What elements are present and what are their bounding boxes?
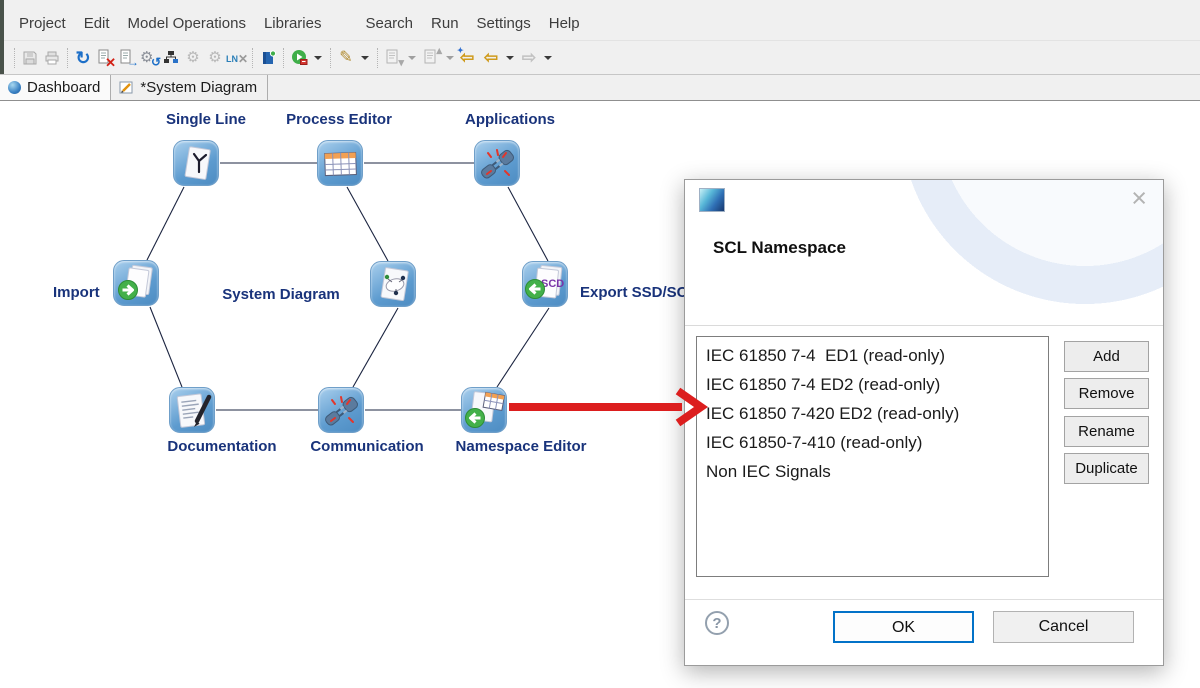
- node-label-documentation: Documentation: [167, 438, 276, 455]
- back-annotate-icon[interactable]: ⇦✦: [458, 46, 480, 70]
- namespace-table-icon: [462, 388, 508, 434]
- toolbar-separator: [330, 48, 331, 68]
- toolbar-separator: [67, 48, 68, 68]
- list-item[interactable]: IEC 61850 7-420 ED2 (read-only): [697, 399, 1048, 428]
- dashboard-node-communication[interactable]: [318, 387, 364, 433]
- dashboard-node-namespace-editor[interactable]: [461, 387, 507, 433]
- import-dropdown-icon[interactable]: [446, 56, 454, 60]
- forward-icon[interactable]: ⇨: [518, 46, 540, 70]
- back-icon[interactable]: ⇦: [480, 46, 502, 70]
- network-doc-icon: [371, 262, 417, 308]
- menu-libraries[interactable]: Libraries: [255, 13, 331, 34]
- node-label-communication: Communication: [310, 438, 423, 455]
- help-icon[interactable]: ?: [705, 611, 729, 635]
- pen-dropdown-icon[interactable]: [361, 56, 369, 60]
- diagram-editor-icon: [119, 80, 134, 95]
- menu-edit[interactable]: Edit: [75, 13, 119, 34]
- tool-disabled-icon[interactable]: ⚙: [182, 46, 204, 70]
- application-window: Project Edit Model Operations Libraries …: [0, 0, 1200, 688]
- duplicate-button[interactable]: Duplicate: [1064, 453, 1149, 484]
- dashboard-node-process-editor[interactable]: [317, 140, 363, 186]
- marker-pen-icon[interactable]: ✎: [335, 46, 357, 70]
- single-line-icon: [174, 141, 220, 187]
- namespace-list[interactable]: IEC 61850 7-4 ED1 (read-only) IEC 61850 …: [696, 336, 1049, 577]
- plug-icon: [475, 141, 521, 187]
- tab-label: *System Diagram: [140, 79, 257, 96]
- toolbar-separator: [377, 48, 378, 68]
- dashboard-node-import[interactable]: [113, 260, 159, 306]
- list-item[interactable]: Non IEC Signals: [697, 457, 1048, 486]
- back-dropdown-icon[interactable]: [506, 56, 514, 60]
- cancel-button[interactable]: Cancel: [993, 611, 1134, 643]
- toolbar: ↻ ✕ → ⚙↺ ⚙ ⚙ LN✕ ✎ ▾: [4, 40, 1200, 74]
- tab-bar: Dashboard *System Diagram: [0, 74, 1200, 101]
- library-book-icon[interactable]: [257, 46, 279, 70]
- dialog-header: × SCL Namespace: [685, 180, 1163, 326]
- hierarchy-update-icon[interactable]: [160, 46, 182, 70]
- ok-button[interactable]: OK: [833, 611, 974, 643]
- plug-icon: [319, 388, 365, 434]
- process-table-icon: [318, 141, 364, 187]
- list-item[interactable]: IEC 61850-7-410 (read-only): [697, 428, 1048, 457]
- export-scd-icon: SCD: [523, 262, 569, 308]
- close-icon[interactable]: ×: [1131, 182, 1147, 214]
- tool-disabled-icon-2[interactable]: ⚙: [204, 46, 226, 70]
- toolbar-separator: [252, 48, 253, 68]
- run-dropdown-icon[interactable]: [314, 56, 322, 60]
- menu-search[interactable]: Search: [356, 13, 422, 34]
- dashboard-node-documentation[interactable]: [169, 387, 215, 433]
- tab-dashboard[interactable]: Dashboard: [0, 75, 111, 100]
- node-label-applications: Applications: [465, 111, 555, 128]
- menu-project[interactable]: Project: [10, 13, 75, 34]
- document-pen-icon: [170, 388, 216, 434]
- export-dropdown-icon[interactable]: [408, 56, 416, 60]
- delete-item-icon[interactable]: ✕: [94, 46, 116, 70]
- dashboard-node-applications[interactable]: [474, 140, 520, 186]
- menu-model-operations[interactable]: Model Operations: [119, 13, 255, 34]
- menu-help[interactable]: Help: [540, 13, 589, 34]
- dashboard-node-export[interactable]: SCD: [522, 261, 568, 307]
- footer-divider: [685, 599, 1163, 600]
- remove-button[interactable]: Remove: [1064, 378, 1149, 409]
- update-tool-icon[interactable]: ⚙↺: [138, 46, 160, 70]
- app-icon: [699, 188, 725, 212]
- node-label-namespace-editor: Namespace Editor: [456, 438, 587, 455]
- node-label-system-diagram: System Diagram: [222, 286, 340, 303]
- menu-settings[interactable]: Settings: [468, 13, 540, 34]
- dashboard-node-system-diagram[interactable]: [370, 261, 416, 307]
- dashboard-node-single-line[interactable]: [173, 140, 219, 186]
- toolbar-separator: [283, 48, 284, 68]
- import-doc-icon[interactable]: ▴: [420, 46, 442, 70]
- import-doc-arrow-icon: [114, 261, 160, 307]
- list-item[interactable]: IEC 61850 7-4 ED2 (read-only): [697, 370, 1048, 399]
- node-label-export: Export SSD/SC: [580, 284, 688, 301]
- run-locked-icon[interactable]: [288, 46, 310, 70]
- refresh-icon[interactable]: ↻: [72, 46, 94, 70]
- node-label-import: Import: [53, 284, 100, 301]
- node-label-single-line: Single Line: [166, 111, 246, 128]
- menu-run[interactable]: Run: [422, 13, 468, 34]
- dialog-title: SCL Namespace: [713, 238, 846, 258]
- import-item-icon[interactable]: →: [116, 46, 138, 70]
- save-icon[interactable]: [19, 46, 41, 70]
- tab-system-diagram[interactable]: *System Diagram: [111, 75, 268, 100]
- forward-dropdown-icon[interactable]: [544, 56, 552, 60]
- add-button[interactable]: Add: [1064, 341, 1149, 372]
- tab-label: Dashboard: [27, 79, 100, 96]
- export-doc-icon[interactable]: ▾: [382, 46, 404, 70]
- menu-bar: Project Edit Model Operations Libraries …: [4, 0, 1200, 40]
- node-label-process-editor: Process Editor: [286, 111, 392, 128]
- scl-namespace-dialog: × SCL Namespace IEC 61850 7-4 ED1 (read-…: [684, 179, 1164, 666]
- list-item[interactable]: IEC 61850 7-4 ED1 (read-only): [697, 341, 1048, 370]
- toolbar-separator: [14, 48, 15, 68]
- globe-icon: [8, 81, 21, 94]
- rename-button[interactable]: Rename: [1064, 416, 1149, 447]
- ln-remove-icon[interactable]: LN✕: [226, 46, 248, 70]
- print-icon[interactable]: [41, 46, 63, 70]
